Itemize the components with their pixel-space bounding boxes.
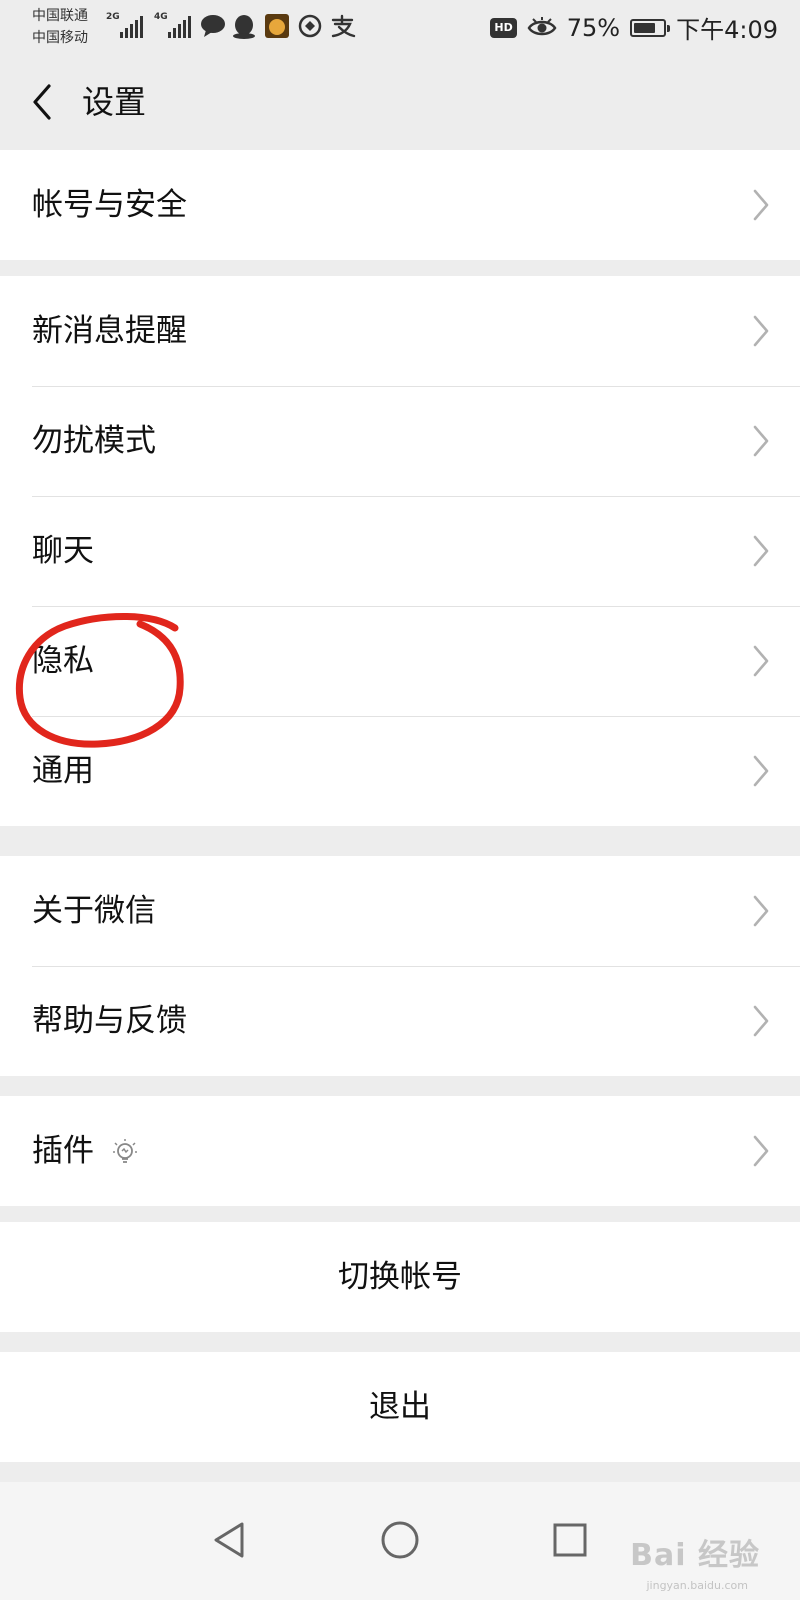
settings-item-about-wechat[interactable]: 关于微信 [0, 856, 800, 966]
status-right: HD 75% 下午4:09 [490, 10, 778, 45]
nav-home-circle-icon[interactable] [372, 1512, 428, 1568]
settings-item-label: 帮助与反馈 [32, 1003, 187, 1039]
battery-percent: 75% [566, 13, 621, 42]
hd-badge: HD [490, 17, 517, 38]
carrier-1: 中国联通 [32, 8, 88, 24]
chevron-right-icon [753, 315, 769, 347]
settings-item-label: 勿扰模式 [32, 423, 156, 459]
settings-item-privacy[interactable]: 隐私 [0, 606, 800, 716]
settings-item-label: 新消息提醒 [32, 313, 187, 349]
settings-item-account-security[interactable]: 帐号与安全 [0, 150, 800, 260]
logout-button[interactable]: 退出 [0, 1352, 800, 1462]
lightbulb-icon [113, 1139, 137, 1163]
settings-item-notifications[interactable]: 新消息提醒 [0, 276, 800, 386]
signal-icon [168, 16, 191, 38]
battery-icon [630, 18, 671, 37]
chevron-right-icon [753, 755, 769, 787]
chevron-right-icon [753, 895, 769, 927]
clock: 下午4:09 [676, 16, 778, 44]
nav-bar: 设置 [0, 56, 800, 148]
settings-item-label: 通用 [32, 753, 94, 789]
alipay-icon [331, 14, 356, 38]
network-type-2: 4G [154, 12, 168, 22]
chevron-right-icon [753, 645, 769, 677]
app-icon [298, 14, 322, 38]
qq-icon [233, 15, 255, 39]
battery-level [634, 22, 656, 33]
settings-item-label: 插件 [32, 1133, 94, 1169]
chevron-right-icon [753, 1005, 769, 1037]
logout-section: 退出 [0, 1352, 800, 1462]
nav-back-triangle-icon[interactable] [202, 1512, 258, 1568]
chevron-left-icon [33, 84, 51, 120]
settings-item-label: 聊天 [32, 533, 94, 569]
chevron-right-icon [753, 1135, 769, 1167]
logout-label: 退出 [369, 1389, 431, 1425]
settings-group-account: 帐号与安全 [0, 150, 800, 260]
watermark-brand: Bai 经验 [630, 1538, 760, 1573]
settings-item-general[interactable]: 通用 [0, 716, 800, 826]
switch-account-label: 切换帐号 [338, 1259, 462, 1295]
switch-account-button[interactable]: 切换帐号 [0, 1222, 800, 1332]
switch-account-section: 切换帐号 [0, 1222, 800, 1332]
page-title: 设置 [82, 83, 147, 121]
settings-item-do-not-disturb[interactable]: 勿扰模式 [0, 386, 800, 496]
back-button[interactable] [22, 78, 62, 126]
network-type-1: 2G [106, 12, 120, 22]
app-icon [265, 14, 289, 38]
settings-item-plugins[interactable]: 插件 [0, 1096, 800, 1206]
nav-recents-square-icon[interactable] [542, 1512, 598, 1568]
settings-item-label: 帐号与安全 [32, 187, 187, 223]
chevron-right-icon [753, 189, 769, 221]
settings-group-plugins: 插件 [0, 1096, 800, 1206]
watermark-url: jingyan.baidu.com [646, 1579, 748, 1592]
chevron-right-icon [753, 425, 769, 457]
settings-item-label: 隐私 [32, 643, 94, 679]
status-bar: 中国联通 中国移动 2G 4G HD 75% 下午4:09 [0, 0, 800, 56]
settings-item-help-feedback[interactable]: 帮助与反馈 [0, 966, 800, 1076]
chevron-right-icon [753, 535, 769, 567]
settings-group-about: 关于微信 帮助与反馈 [0, 856, 800, 1076]
chat-bubble-icon [201, 15, 225, 37]
carrier-info: 中国联通 中国移动 [32, 5, 88, 49]
settings-item-chat[interactable]: 聊天 [0, 496, 800, 606]
carrier-2: 中国移动 [32, 30, 88, 46]
eye-icon [527, 16, 557, 35]
signal-icon [120, 16, 143, 38]
settings-group-main: 新消息提醒 勿扰模式 聊天 隐私 通用 [0, 276, 800, 826]
settings-item-label: 关于微信 [32, 893, 156, 929]
